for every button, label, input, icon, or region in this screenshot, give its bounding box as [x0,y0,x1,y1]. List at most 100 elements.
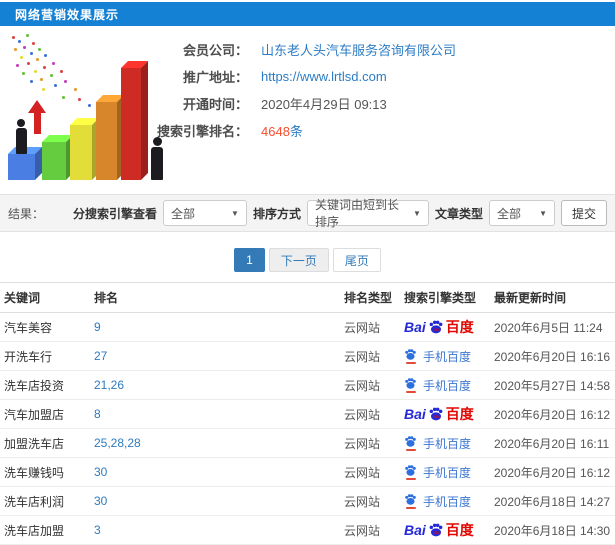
rank-type-cell: 云网站 [340,457,400,487]
mobile-baidu-paw-icon [405,494,416,505]
svg-text:du: du [433,530,439,535]
confetti-dots [12,36,15,39]
engine-cell: Bai du 百度 手机百度 [400,486,490,516]
rank-link[interactable]: 30 [94,494,107,508]
updated-cell: 2020年6月5日 11:24 [490,312,615,342]
paw-underline [405,507,416,509]
table-row: 洗车店投资 21,26 云网站 Bai du 百度 [0,370,615,400]
last-page-button[interactable]: 尾页 [332,248,381,272]
paw-underline [405,391,416,393]
engine-cell: Bai du 百度 手机百度 [400,428,490,458]
table-header-row: 关键词 排名 排名类型 搜索引擎类型 最新更新时间 [0,282,615,313]
ranking-count: 4648 [261,124,290,139]
engine-cell: Bai du 百度 手机百度 [400,399,490,429]
sort-filter-select[interactable]: 关键词由短到长排序 ▼ [306,198,429,229]
updated-cell: 2020年6月20日 16:12 [490,457,615,487]
baidu-logo: Bai du 百度 [404,522,474,538]
paw-underline [405,362,416,364]
rank-type-cell: 云网站 [340,312,400,342]
mobile-baidu-label: 手机百度 [423,465,472,480]
updated-cell: 2020年5月27日 14:58 [490,370,615,400]
keyword-cell: 洗车店利润 [0,486,90,516]
updated-cell: 2020年6月20日 16:11 [490,428,615,458]
baidu-paw-icon: du [429,320,443,334]
opened-label: 开通时间： [182,97,248,112]
col-header-rank: 排名 [90,282,340,313]
col-header-keyword: 关键词 [0,282,90,313]
next-page-button[interactable]: 下一页 [268,248,329,272]
paw-underline [405,449,416,451]
table-row: 洗车赚钱吗 30 云网站 Bai du 百度 [0,457,615,487]
sort-filter-label: 排序方式 [252,206,301,221]
keyword-cell: 洗车店投资 [0,370,90,400]
article-filter-select[interactable]: 全部 ▼ [488,200,555,226]
mobile-baidu-badge: 手机百度 [404,464,471,481]
info-row-site: 推广地址： https://www.lrtlsd.com [156,63,456,90]
rank-link[interactable]: 25,28,28 [94,436,141,450]
rank-cell: 8 [90,399,340,429]
submit-button[interactable]: 提交 [560,200,607,226]
svg-text:du: du [433,414,439,419]
ranking-label: 搜索引擎排名： [156,124,248,139]
baidu-paw-icon: du [429,523,443,537]
mobile-baidu-badge: 手机百度 [404,348,471,365]
engine-cell: Bai du 百度 手机百度 [400,370,490,400]
mobile-baidu-label: 手机百度 [423,349,472,364]
chart-bar-green [42,142,66,180]
ranking-suffix: 条 [289,124,303,139]
mobile-baidu-badge: 手机百度 [404,493,471,510]
rank-type-cell: 云网站 [340,399,400,429]
table-row: 开洗车行 27 云网站 Bai du 百度 [0,341,615,371]
up-arrow-icon [28,100,46,134]
article-filter-value: 全部 [496,206,521,221]
rank-link[interactable]: 27 [94,349,107,363]
updated-cell: 2020年6月20日 16:12 [490,399,615,429]
businessman-figure-left [13,119,29,154]
chevron-down-icon: ▼ [539,208,547,218]
site-link[interactable]: https://www.lrtlsd.com [261,69,387,84]
table-row: 汽车加盟店 8 云网站 Bai du 百度 2020年6月20日 16:12 [0,399,615,429]
rank-cell: 21,26 [90,370,340,400]
rank-cell: 30 [90,457,340,487]
keyword-cell: 汽车加盟店 [0,399,90,429]
engine-cell: Bai du 百度 手机百度 [400,341,490,371]
sort-filter-value: 关键词由短到长排序 [314,198,399,229]
site-label: 推广地址： [182,70,248,85]
company-link[interactable]: 山东老人头汽车服务咨询有限公司 [261,43,456,58]
engine-filter-select[interactable]: 全部 ▼ [162,200,247,226]
filter-bar: 结果： 分搜索引擎查看 全部 ▼ 排序方式 关键词由短到长排序 ▼ 文章类型 全… [0,194,615,232]
article-filter-label: 文章类型 [434,206,483,221]
rank-cell: 27 [90,341,340,371]
keyword-rank-table: 关键词 排名 排名类型 搜索引擎类型 最新更新时间 汽车美容 9 云网站 Bai… [0,282,615,545]
rank-cell: 25,28,28 [90,428,340,458]
engine-filter-value: 全部 [170,206,195,221]
rank-link[interactable]: 8 [94,407,101,421]
engine-cell: Bai du 百度 手机百度 [400,312,490,342]
pagination: 1 下一页 尾页 [0,248,615,272]
rank-link[interactable]: 9 [94,320,101,334]
bar-chart-illustration [0,26,180,192]
engine-cell: Bai du 百度 手机百度 [400,457,490,487]
rank-link[interactable]: 21,26 [94,378,124,392]
col-header-updated: 最新更新时间 [490,282,615,313]
rank-link[interactable]: 3 [94,523,101,537]
rank-link[interactable]: 30 [94,465,107,479]
paw-underline [405,478,416,480]
info-row-ranking: 搜索引擎排名： 4648条 [156,117,456,144]
baidu-logo: Bai du 百度 [404,319,474,335]
info-row-opened: 开通时间： 2020年4月29日 09:13 [156,90,456,117]
page-title: 网络营销效果展示 [15,7,120,22]
mobile-baidu-badge: 手机百度 [404,377,471,394]
info-row-company: 会员公司： 山东老人头汽车服务咨询有限公司 [156,36,456,63]
baidu-logo: Bai du 百度 [404,406,474,422]
opened-value: 2020年4月29日 09:13 [261,97,387,112]
keyword-cell: 汽车美容 [0,312,90,342]
engine-filter-label: 分搜索引擎查看 [72,206,157,221]
keyword-cell: 加盟洗车店 [0,428,90,458]
page-1-button[interactable]: 1 [234,248,265,272]
chart-bar-blue [8,154,35,180]
company-label: 会员公司： [182,43,248,58]
keyword-cell: 洗车赚钱吗 [0,457,90,487]
rank-type-cell: 云网站 [340,428,400,458]
table-row: 加盟洗车店 25,28,28 云网站 Bai du 百度 [0,428,615,458]
